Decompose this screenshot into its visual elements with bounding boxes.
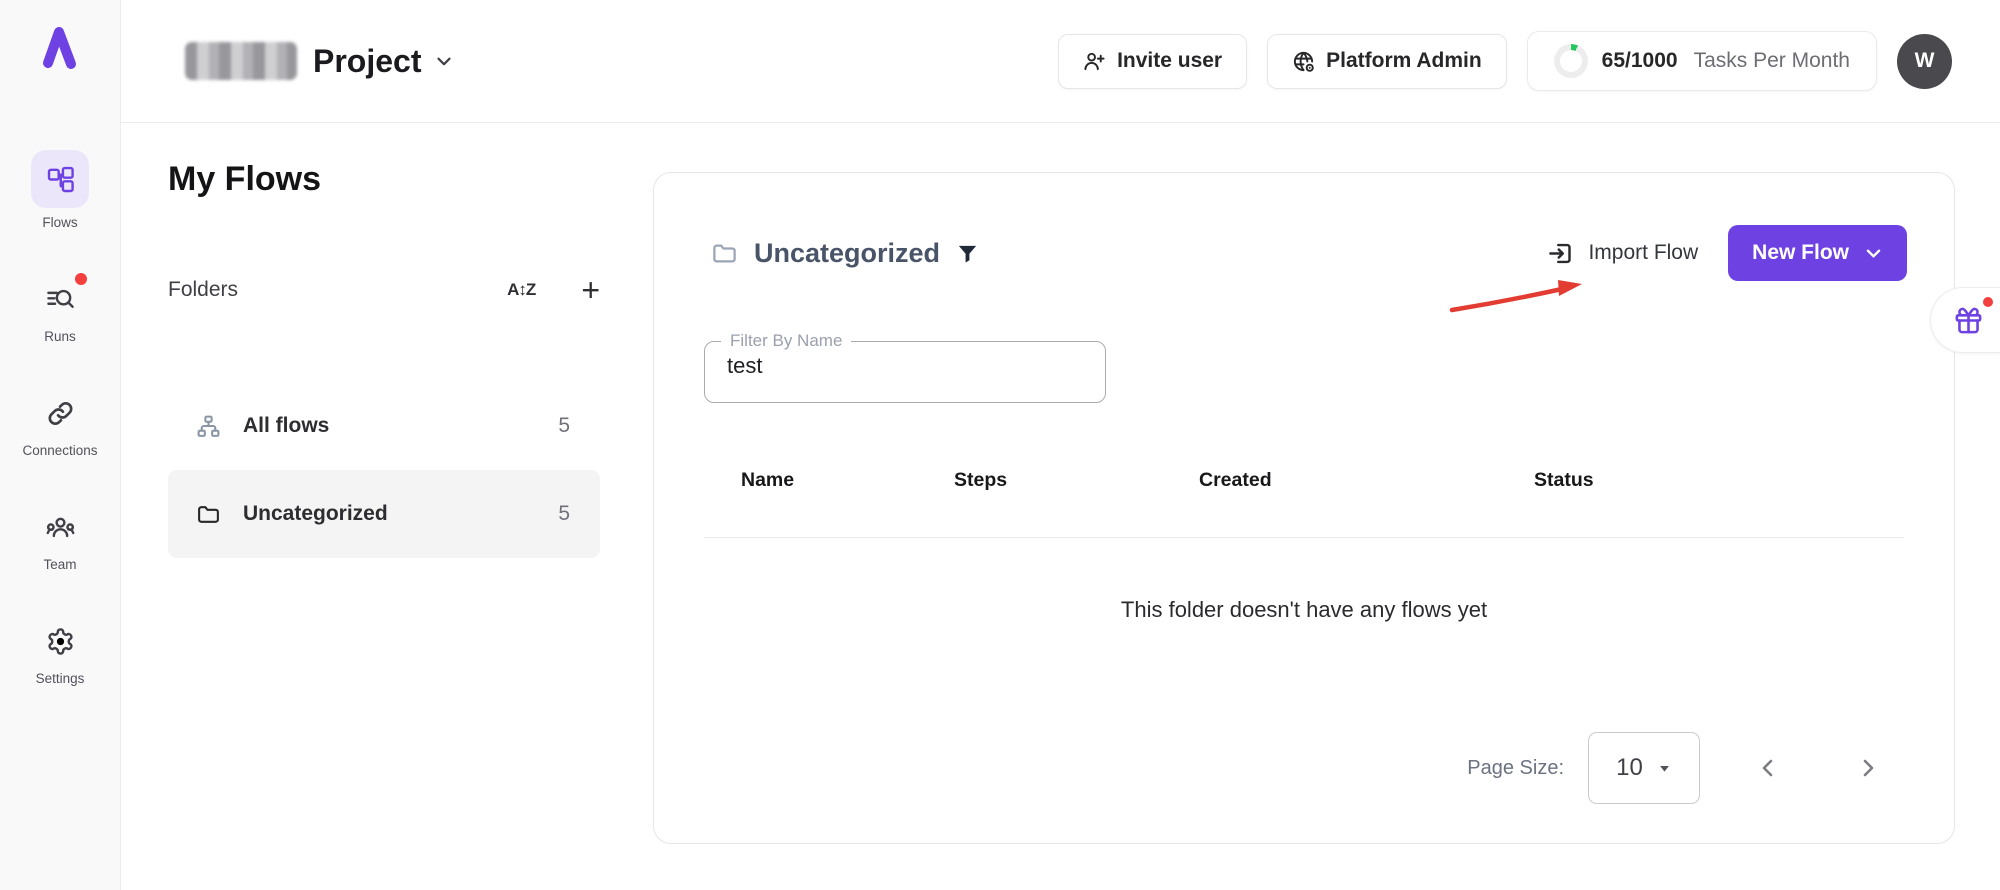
sidebar-item-flows[interactable]: Flows xyxy=(31,150,89,230)
sort-az-icon[interactable]: A↕Z xyxy=(507,280,535,300)
page-size-label: Page Size: xyxy=(1467,757,1564,780)
sidebar-nav: Flows Runs xyxy=(0,150,120,732)
avatar-initial: W xyxy=(1915,49,1935,73)
folder-item-all-flows[interactable]: All flows 5 xyxy=(168,382,600,470)
header-actions: Invite user Platform Admin 65/1000 Tasks… xyxy=(1058,31,1952,91)
top-header: Project Invite user xyxy=(121,0,2000,123)
sidebar-item-connections[interactable]: Connections xyxy=(22,390,97,458)
project-name-redacted xyxy=(185,42,297,80)
caret-down-icon xyxy=(1657,761,1672,776)
gift-notification-dot xyxy=(1983,297,1993,307)
folder-item-uncategorized[interactable]: Uncategorized 5 xyxy=(168,470,600,558)
gift-icon xyxy=(1953,305,1984,336)
page-size-value: 10 xyxy=(1616,754,1643,782)
hierarchy-icon xyxy=(196,414,221,439)
folder-icon xyxy=(711,240,738,267)
sidebar-item-label: Settings xyxy=(36,671,85,686)
sidebar-item-label: Connections xyxy=(22,443,97,458)
user-plus-icon xyxy=(1083,50,1106,73)
pagination: Page Size: 10 xyxy=(1467,732,1880,804)
filter-by-name-field[interactable]: Filter By Name xyxy=(704,331,1106,403)
sidebar-item-label: Flows xyxy=(42,215,77,230)
column-header-created: Created xyxy=(1199,469,1534,492)
column-header-steps: Steps xyxy=(954,469,1199,492)
sidebar-item-team[interactable]: Team xyxy=(31,504,89,572)
folder-name: All flows xyxy=(243,414,329,438)
page-size-select[interactable]: 10 xyxy=(1588,732,1700,804)
tasks-usage-pill[interactable]: 65/1000 Tasks Per Month xyxy=(1527,31,1877,91)
import-flow-label: Import Flow xyxy=(1588,241,1698,265)
project-title: Project xyxy=(313,43,421,80)
sidebar-item-settings[interactable]: Settings xyxy=(31,618,89,686)
workflow-icon xyxy=(31,150,89,208)
sidebar-item-label: Runs xyxy=(44,329,76,344)
chevron-down-icon[interactable] xyxy=(433,50,455,72)
tasks-usage-label: Tasks Per Month xyxy=(1694,49,1850,73)
avatar[interactable]: W xyxy=(1897,34,1952,89)
flows-panel-header: Uncategorized Import Flow New Flow xyxy=(711,225,1907,281)
runs-notification-dot xyxy=(75,273,87,285)
flows-panel-card: Uncategorized Import Flow New Flow xyxy=(653,172,1955,844)
sidebar-item-runs[interactable]: Runs xyxy=(31,276,89,344)
filter-field-label: Filter By Name xyxy=(721,331,851,351)
page-title: My Flows xyxy=(168,160,321,199)
gear-icon xyxy=(31,618,89,664)
folder-count: 5 xyxy=(558,502,570,526)
invite-user-label: Invite user xyxy=(1117,49,1222,73)
panel-title: Uncategorized xyxy=(754,238,940,269)
project-switcher[interactable]: Project xyxy=(185,42,455,80)
new-flow-button[interactable]: New Flow xyxy=(1728,225,1907,281)
column-header-status: Status xyxy=(1534,469,1594,492)
sidebar-item-label: Team xyxy=(43,557,76,572)
folders-label: Folders xyxy=(168,278,238,302)
app-window: Flows Runs xyxy=(0,0,2000,890)
flows-table-header: Name Steps Created Status xyxy=(704,469,1904,492)
activepieces-logo-icon[interactable] xyxy=(34,20,84,72)
platform-admin-label: Platform Admin xyxy=(1326,49,1482,73)
new-flow-label: New Flow xyxy=(1752,241,1849,265)
tasks-progress-ring xyxy=(1554,44,1588,78)
folders-header: Folders A↕Z + xyxy=(168,278,600,302)
globe-lock-icon xyxy=(1292,50,1315,73)
team-icon xyxy=(31,504,89,550)
tasks-usage-value: 65/1000 xyxy=(1602,49,1678,73)
next-page-icon[interactable] xyxy=(1856,756,1880,780)
platform-admin-button[interactable]: Platform Admin xyxy=(1267,34,1507,89)
link-icon xyxy=(31,390,89,436)
folder-name: Uncategorized xyxy=(243,502,388,526)
icon-sidebar: Flows Runs xyxy=(0,0,121,890)
panel-actions: Import Flow New Flow xyxy=(1547,225,1907,281)
previous-page-icon[interactable] xyxy=(1756,756,1780,780)
add-folder-icon[interactable]: + xyxy=(581,280,600,300)
folder-count: 5 xyxy=(558,414,570,438)
filter-by-name-input[interactable] xyxy=(727,353,1067,379)
column-header-name: Name xyxy=(704,469,954,492)
folder-icon xyxy=(196,502,221,527)
table-divider xyxy=(704,537,1904,538)
import-icon xyxy=(1547,240,1574,267)
runs-search-icon xyxy=(31,276,89,322)
chevron-down-icon xyxy=(1864,244,1883,263)
empty-state-message: This folder doesn't have any flows yet xyxy=(654,597,1954,623)
invite-user-button[interactable]: Invite user xyxy=(1058,34,1247,89)
whats-new-tab[interactable] xyxy=(1930,287,2000,353)
filter-funnel-icon[interactable] xyxy=(956,242,979,265)
import-flow-button[interactable]: Import Flow xyxy=(1547,240,1698,267)
folder-list: All flows 5 Uncategorized 5 xyxy=(168,382,600,558)
